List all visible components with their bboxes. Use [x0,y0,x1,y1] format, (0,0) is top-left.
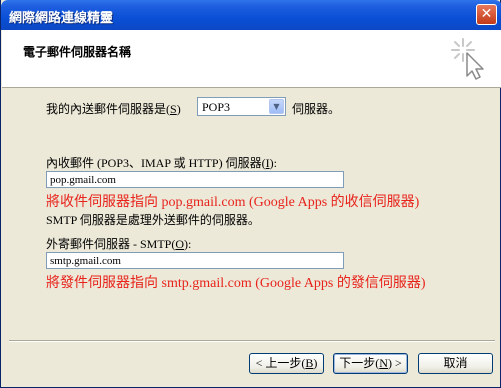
outgoing-server-label: 外寄郵件伺服器 - SMTP(O): [46,237,192,251]
outgoing-server-input[interactable] [47,253,343,268]
incoming-type-suffix: 伺服器。 [292,102,341,116]
window-title: 網際網路連線精靈 [9,10,114,25]
footer-separator [9,340,495,342]
outgoing-server-note: 將發件伺服器指向 smtp.gmail.com (Google Apps 的發信… [46,276,426,291]
chevron-down-icon[interactable]: ▼ [269,99,284,114]
wizard-header: 電子郵件伺服器名稱 [2,30,501,88]
incoming-server-note: 將收件伺服器指向 pop.gmail.com (Google Apps 的收信伺… [46,195,420,210]
smtp-info-text: SMTP 伺服器是處理外送郵件的伺服器。 [46,213,260,227]
page-title: 電子郵件伺服器名稱 [23,45,132,59]
incoming-type-value: POP3 [202,100,231,114]
incoming-server-label: 內收郵件 (POP3、IMAP 或 HTTP) 伺服器(I): [46,156,277,170]
close-button[interactable]: ✕ [476,4,497,25]
incoming-server-input[interactable] [47,172,343,187]
incoming-type-select[interactable]: POP3 ▼ [197,97,286,116]
outgoing-server-field[interactable] [46,252,344,269]
cancel-button[interactable]: 取消 [418,353,493,374]
title-bar[interactable]: 網際網路連線精靈 ✕ [1,0,501,30]
back-button[interactable]: < 上一步(B) [249,353,324,374]
wizard-window: 網際網路連線精靈 ✕ 電子郵件伺服器名稱 我的內送郵件伺服器是(S) POP3 … [0,0,501,388]
next-button[interactable]: 下一步(N) > [333,353,408,374]
incoming-type-label: 我的內送郵件伺服器是(S) [46,102,181,116]
incoming-server-field[interactable] [46,171,344,188]
wizard-cursor-icon [451,38,484,80]
close-icon: ✕ [480,6,493,22]
